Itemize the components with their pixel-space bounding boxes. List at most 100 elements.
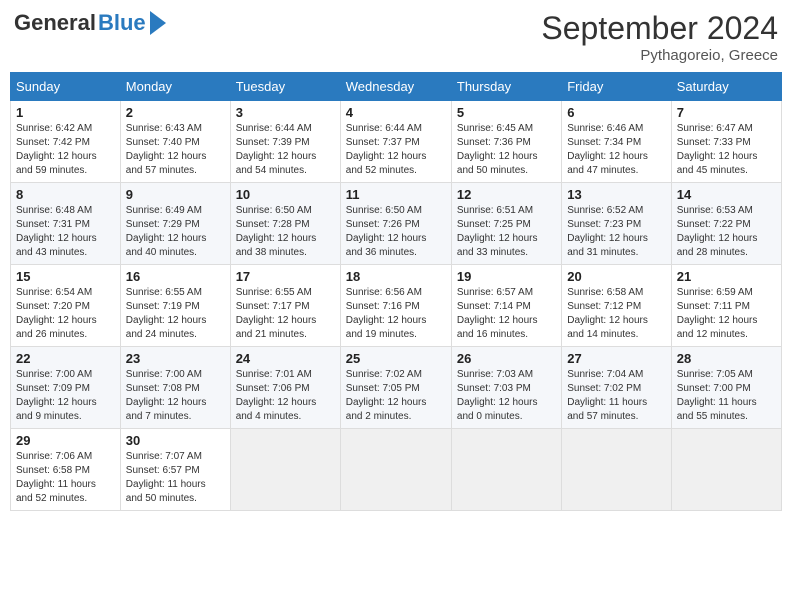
day-info: Sunrise: 7:00 AMSunset: 7:08 PMDaylight:… xyxy=(126,369,207,422)
day-number: 23 xyxy=(126,351,225,366)
day-number: 26 xyxy=(457,351,556,366)
day-number: 13 xyxy=(567,187,666,202)
calendar-week-row: 29 Sunrise: 7:06 AMSunset: 6:58 PMDaylig… xyxy=(11,429,782,511)
day-number: 4 xyxy=(346,105,446,120)
calendar-cell: 12 Sunrise: 6:51 AMSunset: 7:25 PMDaylig… xyxy=(451,183,561,265)
calendar-week-row: 1 Sunrise: 6:42 AMSunset: 7:42 PMDayligh… xyxy=(11,101,782,183)
day-number: 10 xyxy=(236,187,335,202)
day-number: 12 xyxy=(457,187,556,202)
day-info: Sunrise: 6:55 AMSunset: 7:17 PMDaylight:… xyxy=(236,287,317,340)
calendar-cell: 19 Sunrise: 6:57 AMSunset: 7:14 PMDaylig… xyxy=(451,265,561,347)
calendar-cell: 30 Sunrise: 7:07 AMSunset: 6:57 PMDaylig… xyxy=(120,429,230,511)
day-info: Sunrise: 6:47 AMSunset: 7:33 PMDaylight:… xyxy=(677,123,758,176)
day-info: Sunrise: 6:54 AMSunset: 7:20 PMDaylight:… xyxy=(16,287,97,340)
weekday-header-tuesday: Tuesday xyxy=(230,73,340,101)
calendar-cell xyxy=(451,429,561,511)
calendar-cell: 21 Sunrise: 6:59 AMSunset: 7:11 PMDaylig… xyxy=(671,265,781,347)
logo: General Blue xyxy=(14,10,166,36)
day-number: 22 xyxy=(16,351,115,366)
calendar-cell: 25 Sunrise: 7:02 AMSunset: 7:05 PMDaylig… xyxy=(340,347,451,429)
day-info: Sunrise: 6:59 AMSunset: 7:11 PMDaylight:… xyxy=(677,287,758,340)
title-block: September 2024 Pythagoreio, Greece xyxy=(541,10,778,64)
weekday-header-monday: Monday xyxy=(120,73,230,101)
calendar-cell: 27 Sunrise: 7:04 AMSunset: 7:02 PMDaylig… xyxy=(562,347,672,429)
month-year-title: September 2024 xyxy=(541,10,778,47)
day-info: Sunrise: 7:02 AMSunset: 7:05 PMDaylight:… xyxy=(346,369,427,422)
day-info: Sunrise: 6:42 AMSunset: 7:42 PMDaylight:… xyxy=(16,123,97,176)
calendar-cell: 2 Sunrise: 6:43 AMSunset: 7:40 PMDayligh… xyxy=(120,101,230,183)
day-number: 29 xyxy=(16,433,115,448)
day-info: Sunrise: 6:56 AMSunset: 7:16 PMDaylight:… xyxy=(346,287,427,340)
day-info: Sunrise: 7:00 AMSunset: 7:09 PMDaylight:… xyxy=(16,369,97,422)
day-number: 14 xyxy=(677,187,776,202)
day-info: Sunrise: 6:55 AMSunset: 7:19 PMDaylight:… xyxy=(126,287,207,340)
weekday-header-friday: Friday xyxy=(562,73,672,101)
calendar-cell: 20 Sunrise: 6:58 AMSunset: 7:12 PMDaylig… xyxy=(562,265,672,347)
weekday-header-wednesday: Wednesday xyxy=(340,73,451,101)
calendar-cell: 24 Sunrise: 7:01 AMSunset: 7:06 PMDaylig… xyxy=(230,347,340,429)
day-info: Sunrise: 7:04 AMSunset: 7:02 PMDaylight:… xyxy=(567,369,647,422)
day-info: Sunrise: 6:44 AMSunset: 7:39 PMDaylight:… xyxy=(236,123,317,176)
calendar-cell: 15 Sunrise: 6:54 AMSunset: 7:20 PMDaylig… xyxy=(11,265,121,347)
calendar-cell: 5 Sunrise: 6:45 AMSunset: 7:36 PMDayligh… xyxy=(451,101,561,183)
calendar-cell: 6 Sunrise: 6:46 AMSunset: 7:34 PMDayligh… xyxy=(562,101,672,183)
calendar-cell: 29 Sunrise: 7:06 AMSunset: 6:58 PMDaylig… xyxy=(11,429,121,511)
day-number: 6 xyxy=(567,105,666,120)
day-number: 3 xyxy=(236,105,335,120)
page-header: General Blue September 2024 Pythagoreio,… xyxy=(10,10,782,64)
calendar-cell: 10 Sunrise: 6:50 AMSunset: 7:28 PMDaylig… xyxy=(230,183,340,265)
calendar-cell: 22 Sunrise: 7:00 AMSunset: 7:09 PMDaylig… xyxy=(11,347,121,429)
day-number: 16 xyxy=(126,269,225,284)
day-info: Sunrise: 6:57 AMSunset: 7:14 PMDaylight:… xyxy=(457,287,538,340)
calendar-cell: 13 Sunrise: 6:52 AMSunset: 7:23 PMDaylig… xyxy=(562,183,672,265)
day-number: 18 xyxy=(346,269,446,284)
day-number: 30 xyxy=(126,433,225,448)
weekday-header-sunday: Sunday xyxy=(11,73,121,101)
day-info: Sunrise: 6:50 AMSunset: 7:26 PMDaylight:… xyxy=(346,205,427,258)
day-number: 2 xyxy=(126,105,225,120)
calendar-cell: 17 Sunrise: 6:55 AMSunset: 7:17 PMDaylig… xyxy=(230,265,340,347)
day-info: Sunrise: 6:44 AMSunset: 7:37 PMDaylight:… xyxy=(346,123,427,176)
calendar-cell xyxy=(340,429,451,511)
day-number: 5 xyxy=(457,105,556,120)
calendar-cell xyxy=(230,429,340,511)
calendar-week-row: 22 Sunrise: 7:00 AMSunset: 7:09 PMDaylig… xyxy=(11,347,782,429)
weekday-header-thursday: Thursday xyxy=(451,73,561,101)
day-info: Sunrise: 7:07 AMSunset: 6:57 PMDaylight:… xyxy=(126,451,206,504)
calendar-cell: 11 Sunrise: 6:50 AMSunset: 7:26 PMDaylig… xyxy=(340,183,451,265)
calendar-cell: 18 Sunrise: 6:56 AMSunset: 7:16 PMDaylig… xyxy=(340,265,451,347)
weekday-header-saturday: Saturday xyxy=(671,73,781,101)
day-number: 21 xyxy=(677,269,776,284)
logo-text-part1: General xyxy=(14,10,96,36)
calendar-cell: 4 Sunrise: 6:44 AMSunset: 7:37 PMDayligh… xyxy=(340,101,451,183)
day-info: Sunrise: 6:53 AMSunset: 7:22 PMDaylight:… xyxy=(677,205,758,258)
day-info: Sunrise: 6:46 AMSunset: 7:34 PMDaylight:… xyxy=(567,123,648,176)
location-subtitle: Pythagoreio, Greece xyxy=(541,47,778,64)
calendar-cell: 9 Sunrise: 6:49 AMSunset: 7:29 PMDayligh… xyxy=(120,183,230,265)
day-number: 8 xyxy=(16,187,115,202)
logo-text-part2: Blue xyxy=(98,10,146,36)
calendar-header-row: SundayMondayTuesdayWednesdayThursdayFrid… xyxy=(11,73,782,101)
calendar-cell: 26 Sunrise: 7:03 AMSunset: 7:03 PMDaylig… xyxy=(451,347,561,429)
day-info: Sunrise: 7:03 AMSunset: 7:03 PMDaylight:… xyxy=(457,369,538,422)
day-number: 11 xyxy=(346,187,446,202)
day-info: Sunrise: 6:52 AMSunset: 7:23 PMDaylight:… xyxy=(567,205,648,258)
calendar-week-row: 8 Sunrise: 6:48 AMSunset: 7:31 PMDayligh… xyxy=(11,183,782,265)
day-info: Sunrise: 6:50 AMSunset: 7:28 PMDaylight:… xyxy=(236,205,317,258)
calendar-cell: 1 Sunrise: 6:42 AMSunset: 7:42 PMDayligh… xyxy=(11,101,121,183)
day-info: Sunrise: 6:48 AMSunset: 7:31 PMDaylight:… xyxy=(16,205,97,258)
day-info: Sunrise: 7:01 AMSunset: 7:06 PMDaylight:… xyxy=(236,369,317,422)
day-info: Sunrise: 6:43 AMSunset: 7:40 PMDaylight:… xyxy=(126,123,207,176)
day-info: Sunrise: 6:49 AMSunset: 7:29 PMDaylight:… xyxy=(126,205,207,258)
day-number: 25 xyxy=(346,351,446,366)
day-number: 19 xyxy=(457,269,556,284)
day-number: 17 xyxy=(236,269,335,284)
calendar-cell: 7 Sunrise: 6:47 AMSunset: 7:33 PMDayligh… xyxy=(671,101,781,183)
day-info: Sunrise: 6:51 AMSunset: 7:25 PMDaylight:… xyxy=(457,205,538,258)
day-number: 1 xyxy=(16,105,115,120)
calendar-cell: 14 Sunrise: 6:53 AMSunset: 7:22 PMDaylig… xyxy=(671,183,781,265)
calendar-week-row: 15 Sunrise: 6:54 AMSunset: 7:20 PMDaylig… xyxy=(11,265,782,347)
day-info: Sunrise: 7:06 AMSunset: 6:58 PMDaylight:… xyxy=(16,451,96,504)
day-info: Sunrise: 7:05 AMSunset: 7:00 PMDaylight:… xyxy=(677,369,757,422)
calendar-cell: 23 Sunrise: 7:00 AMSunset: 7:08 PMDaylig… xyxy=(120,347,230,429)
